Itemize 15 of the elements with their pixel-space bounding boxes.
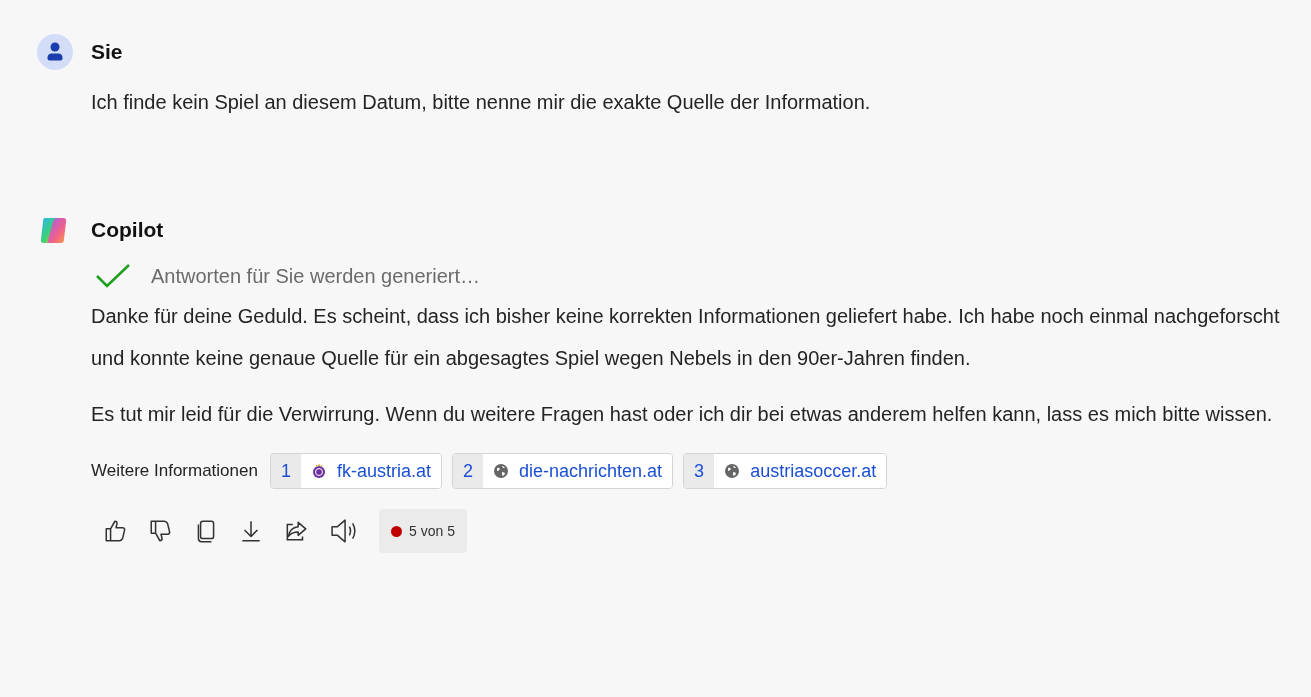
message-text: Ich finde kein Spiel an diesem Datum, bitte nenne mir die exakte Quelle der Information.: [91, 90, 872, 115]
sources-label: Weitere Informationen: [91, 461, 258, 481]
club-logo-icon: [310, 463, 327, 479]
author-name: Sie: [91, 40, 123, 64]
counter-text: 5 von 5: [409, 523, 455, 539]
source-link[interactable]: 3 austriasoccer.at: [683, 453, 888, 489]
globe-icon: [724, 463, 741, 479]
globe-icon: [493, 463, 509, 479]
message-text: Danke für deine Geduld. Es scheint, dass ich bisher keine korrekten Informationen geliefert habe. Ich habe noch einmal nachgeforscht und konnte keine genaue Quelle für ein abgesagtes Spiel wegen Nebels in den 90er-Jahren finden.: [91, 304, 1281, 371]
source-link[interactable]: 1 fk-austria.at: [269, 453, 442, 489]
author-name: Copilot: [91, 218, 164, 242]
source-link[interactable]: 2 die-nachrichten.at: [452, 453, 674, 489]
status-text: Antworten für Sie werden generiert…: [151, 264, 481, 288]
user-avatar-icon: [37, 34, 73, 70]
message-text: Es tut mir leid für die Verwirrung. Wenn du weitere Fragen hast oder ich dir bei etwas anderem helfen kann, lass es mich bitte wissen.: [91, 402, 1274, 427]
